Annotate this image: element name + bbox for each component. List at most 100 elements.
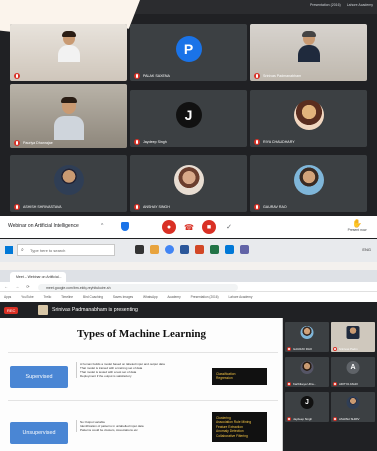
avatar: A — [346, 361, 360, 374]
slide-title: Types of Machine Learning — [76, 328, 207, 340]
participant-tile[interactable]: A ADITYA ASHO — [331, 357, 375, 387]
present-now-button[interactable]: ✋ Present now — [345, 219, 369, 232]
participant-photo — [57, 31, 80, 62]
participant-tile[interactable]: ASHISH SHRIVASTAVA — [10, 155, 127, 212]
task-view-icon[interactable] — [135, 245, 144, 254]
browser-tab[interactable]: Meet – Webinar on Artificial... — [10, 272, 66, 282]
participant-photo — [53, 97, 84, 140]
taskbar-apps — [135, 245, 249, 254]
taskbar-search-input[interactable]: ⌕ Type here to search — [17, 244, 115, 256]
participant-tile[interactable]: Srinivas Padm — [331, 322, 375, 352]
participant-tile[interactable]: ASHISH SHRIV — [331, 392, 375, 422]
chrome-icon[interactable] — [165, 245, 174, 254]
participant-tile[interactable]: GAURAV RAO — [250, 155, 367, 212]
mic-muted-icon — [14, 204, 20, 210]
windows-taskbar: ⌕ Type here to search ENG — [0, 239, 377, 262]
divider — [8, 400, 278, 401]
camera-off-button[interactable]: ■ — [202, 220, 216, 234]
avatar — [53, 165, 84, 195]
bookmark-item[interactable]: YouTube — [21, 295, 34, 299]
teams-icon[interactable] — [240, 245, 249, 254]
mic-muted-icon — [333, 347, 337, 351]
category-label: Unsupervised — [10, 422, 68, 444]
presenting-text: Srinivas Padmanabham is presenting — [52, 307, 138, 313]
mic-muted-icon — [287, 417, 291, 421]
topbar-item[interactable]: Lahore Academy — [347, 3, 373, 7]
techniques-box: Classification Regression — [212, 368, 267, 385]
participant-tile[interactable]: J Jaydeep Singh — [130, 90, 247, 147]
avatar: J — [175, 102, 202, 128]
participant-tile[interactable]: Pauriya Dhanrajae — [10, 84, 127, 148]
bookmark-item[interactable]: Timeline — [61, 295, 73, 299]
bookmark-item[interactable]: Bird Coaching — [83, 295, 103, 299]
mic-muted-icon — [333, 417, 337, 421]
bookmark-item[interactable]: Academy — [167, 295, 180, 299]
nav-buttons[interactable]: ← → ⟳ — [4, 284, 33, 289]
bookmark-item[interactable]: Presentation (2016) — [191, 295, 219, 299]
participant-tile[interactable]: J Jaydeep Singh — [285, 392, 329, 422]
avatar — [346, 396, 360, 409]
system-tray[interactable]: ENG — [362, 247, 371, 252]
bullet-list: No Output variable Identification of pat… — [76, 420, 186, 432]
participant-tile[interactable] — [10, 24, 127, 81]
bookmark-item[interactable]: Saves Images — [113, 295, 133, 299]
chevron-up-icon[interactable]: ^ — [101, 223, 103, 229]
meeting-title[interactable]: Webinar on Artificial Intelligence — [8, 223, 79, 229]
mic-off-button[interactable]: ● — [162, 220, 176, 234]
file-explorer-icon[interactable] — [150, 245, 159, 254]
powerpoint-icon[interactable] — [195, 245, 204, 254]
word-icon[interactable] — [180, 245, 189, 254]
search-icon: ⌕ — [21, 247, 24, 253]
participant-tile[interactable]: GAURAV RAO — [285, 322, 329, 352]
participant-tile[interactable]: ANSHAY SINGH — [130, 155, 247, 212]
presenting-banner: REC Srinivas Padmanabham is presenting — [0, 302, 377, 318]
mic-muted-icon — [134, 204, 140, 210]
bookmark-item[interactable]: Apps — [4, 295, 11, 299]
avatar — [300, 361, 314, 374]
avatar: J — [300, 396, 314, 409]
end-call-button[interactable]: ☎ — [182, 220, 196, 234]
divider — [8, 352, 278, 353]
avatar — [300, 326, 314, 339]
mic-muted-icon — [14, 73, 20, 79]
bookmark-item[interactable]: Lahore Academy — [229, 295, 253, 299]
recording-badge: REC — [4, 307, 19, 314]
participant-photo — [297, 31, 320, 62]
excel-icon[interactable] — [210, 245, 219, 254]
meet-grid-screenshot: REC Presentation (2016) Lahore Academy P… — [0, 0, 377, 262]
bookmark-item[interactable]: Trello — [43, 295, 51, 299]
bullet-list: A human builds a model based on labeled … — [76, 362, 186, 378]
bookmarks-bar: Apps YouTube Trello Timeline Bird Coachi… — [0, 292, 377, 302]
techniques-box: Clustering Association Rule Mining Featu… — [212, 412, 267, 443]
topbar-bookmarks: Presentation (2016) Lahore Academy — [310, 3, 373, 7]
avatar — [293, 165, 324, 195]
browser-tab-strip: Meet – Webinar on Artificial... — [0, 270, 377, 282]
mic-muted-icon — [254, 139, 260, 145]
bookmark-item[interactable]: WhatsApp — [143, 295, 158, 299]
participant-tile[interactable]: P PALAK SAXENA — [130, 24, 247, 81]
windows-start-icon[interactable] — [5, 246, 13, 254]
meeting-control-bar: Webinar on Artificial Intelligence ^ ● ☎… — [0, 216, 377, 238]
shared-slide: Types of Machine Learning Supervised A h… — [0, 318, 283, 451]
avatar — [173, 165, 204, 195]
participant-tile[interactable]: Srinivas Padmanabham — [250, 24, 367, 81]
participant-tile[interactable]: Karthikeya Utha... — [285, 357, 329, 387]
topbar-item[interactable]: Presentation (2016) — [310, 3, 341, 7]
mic-muted-icon — [287, 347, 291, 351]
category-label: Supervised — [10, 366, 68, 388]
address-bar-row: ← → ⟳ meet.google.com/bm-ekfq-reyhitukui… — [0, 282, 377, 292]
mail-icon[interactable] — [225, 245, 234, 254]
participant-photo — [346, 326, 360, 339]
mic-muted-icon — [14, 140, 20, 146]
participant-side-panel: GAURAV RAO Srinivas Padm Karthikeya Utha… — [283, 318, 377, 451]
presenter-avatar — [38, 305, 48, 315]
captions-icon[interactable]: ✓ — [222, 220, 236, 234]
mic-muted-icon — [254, 73, 260, 79]
url-input[interactable]: meet.google.com/bm-ekfq-reyhitukuire-sh — [38, 284, 238, 291]
avatar — [293, 100, 324, 130]
presentation-screenshot: Meet – Webinar on Artificial... ← → ⟳ me… — [0, 270, 377, 451]
mic-muted-icon — [134, 139, 140, 145]
shield-icon[interactable] — [121, 222, 129, 231]
participant-tile[interactable]: RIYA CHAUDHARY — [250, 90, 367, 147]
mic-muted-icon — [287, 382, 291, 386]
